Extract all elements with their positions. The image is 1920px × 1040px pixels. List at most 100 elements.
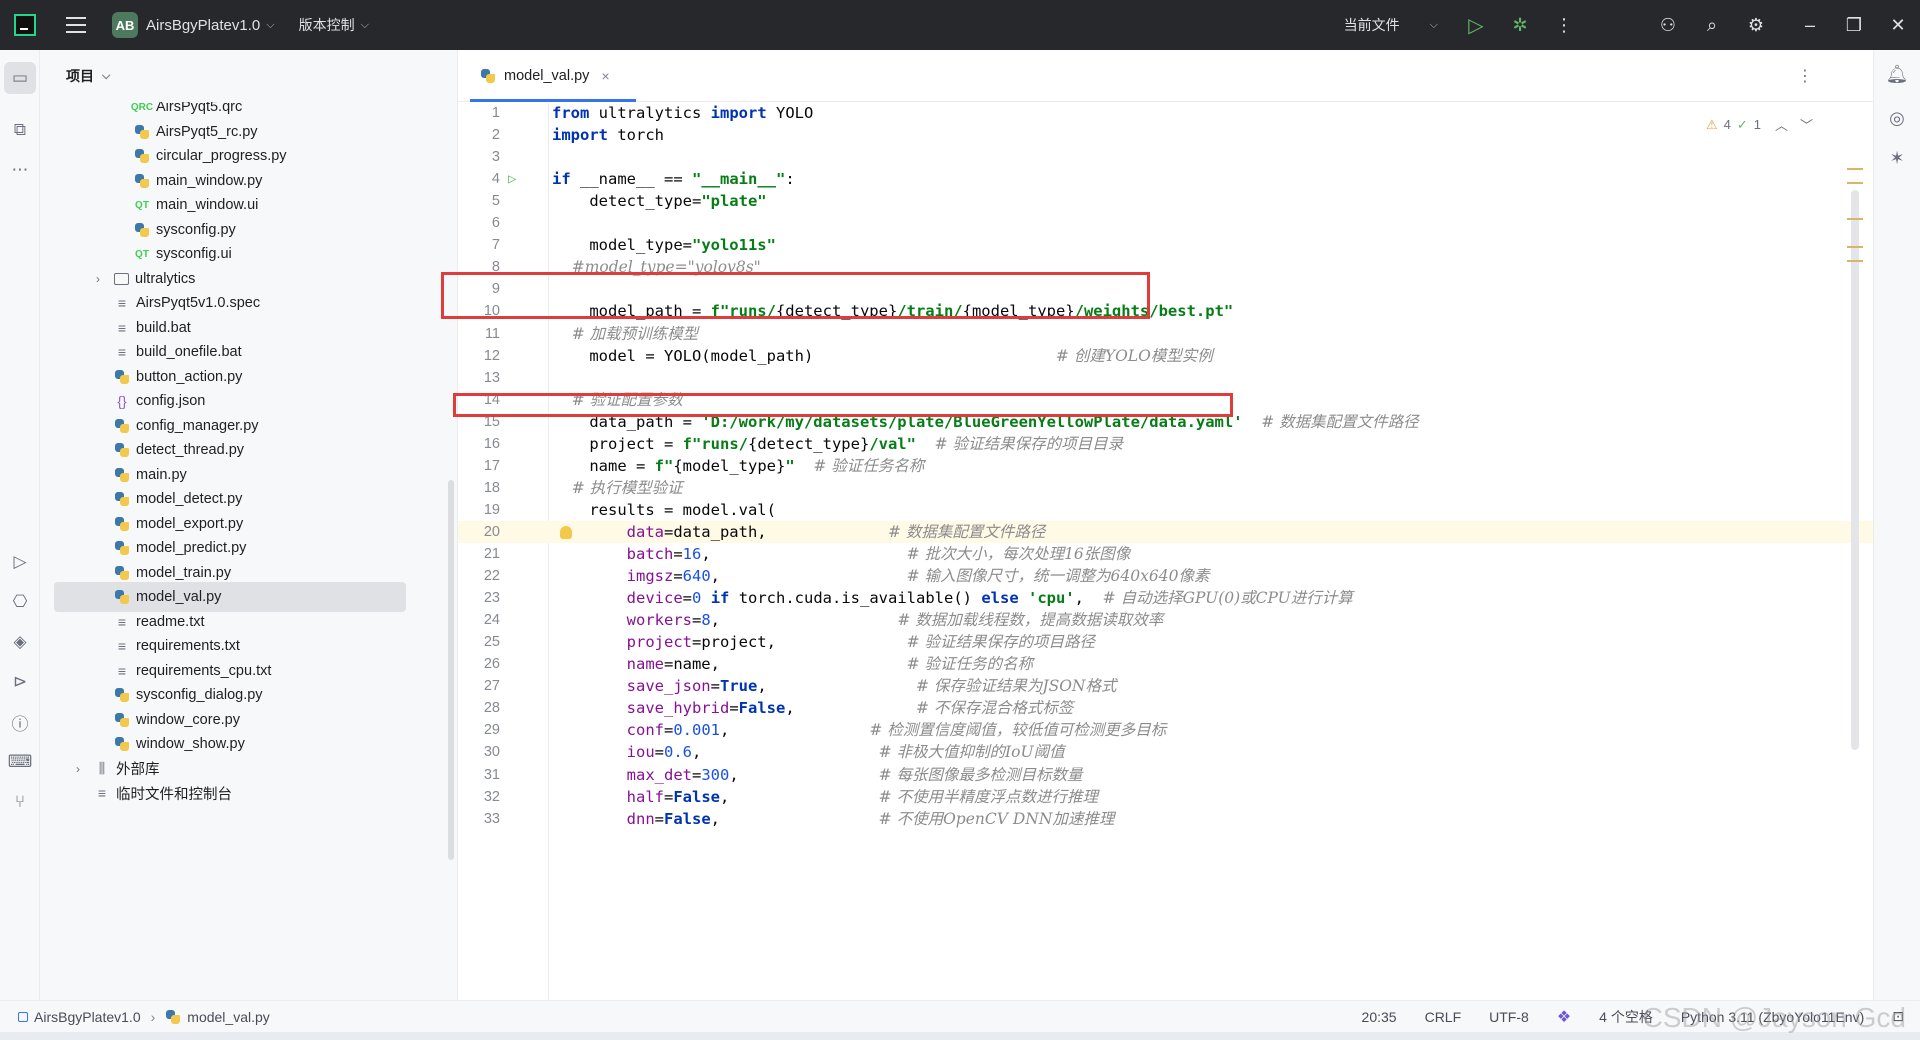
chevron-right-icon[interactable]: › xyxy=(96,272,100,286)
run-tool-icon[interactable]: ▷ xyxy=(4,546,36,578)
main-menu-icon[interactable] xyxy=(66,17,86,33)
tab-options-icon[interactable]: ⋮ xyxy=(1797,66,1813,86)
file-encoding[interactable]: UTF-8 xyxy=(1489,1009,1529,1025)
minimize-icon[interactable]: – xyxy=(1788,0,1832,50)
highlight-box-data-path xyxy=(453,393,1233,417)
vcs-menu[interactable]: 版本控制 xyxy=(299,15,355,35)
code-line[interactable]: 4 ▷ if __name__ == "__main__": xyxy=(458,168,1873,190)
code-text: name=name, # 验证任务的名称 xyxy=(552,653,1033,675)
python-file-icon xyxy=(480,68,496,84)
chevron-down-icon[interactable]: ⌵ xyxy=(102,70,110,83)
code-line[interactable]: 23 device=0 if torch.cuda.is_available()… xyxy=(458,587,1873,609)
code-line[interactable]: 17 name = f"{model_type}" # 验证任务名称 xyxy=(458,455,1873,477)
tab-model-val[interactable]: model_val.py × xyxy=(466,50,636,102)
tree-item-label: ultralytics xyxy=(135,270,196,287)
debug-icon[interactable]: ✲ xyxy=(1498,0,1542,50)
problems-icon[interactable]: ⓘ xyxy=(4,706,36,738)
close-tab-icon[interactable]: × xyxy=(601,68,609,84)
code-line[interactable]: 5 detect_type="plate" xyxy=(458,190,1873,212)
code-token: /val" xyxy=(869,434,916,453)
code-line[interactable]: 32 half=False, # 不使用半精度浮点数进行推理 xyxy=(458,786,1873,808)
terminal-icon[interactable]: ⌨ xyxy=(4,746,36,778)
code-line[interactable]: 20 data=data_path, # 数据集配置文件路径 xyxy=(458,520,1873,543)
code-line[interactable]: 28 save_hybrid=False, # 不保存混合格式标签 xyxy=(458,697,1873,719)
code-line[interactable]: 26 name=name, # 验证任务的名称 xyxy=(458,653,1873,675)
line-separator[interactable]: CRLF xyxy=(1425,1009,1462,1025)
code-token: conf xyxy=(626,721,664,740)
code-token: results = model.val( xyxy=(552,500,776,519)
panel-scrollbar[interactable] xyxy=(448,480,454,860)
git-icon[interactable]: ⑂ xyxy=(4,786,36,818)
project-name[interactable]: AirsBgyPlatev1.0 xyxy=(146,17,260,34)
ai-assistant-icon[interactable]: ◎ xyxy=(1881,102,1913,134)
code-token: name = xyxy=(552,456,655,475)
project-badge[interactable]: AB xyxy=(112,12,138,38)
notifications-icon[interactable]: 🔔︎ xyxy=(1881,58,1913,90)
code-line[interactable]: 22 imgsz=640, # 输入图像尺寸，统一调整为640x640像素 xyxy=(458,565,1873,587)
code-line[interactable]: 3 xyxy=(458,146,1873,168)
gear-icon[interactable]: ⚙ xyxy=(1734,0,1778,50)
python-console-icon[interactable]: ⎔ xyxy=(4,586,36,618)
editor-scrollbar[interactable] xyxy=(1851,190,1859,750)
tree-item-label: circular_progress.py xyxy=(156,148,287,164)
line-number: 29 xyxy=(483,722,500,739)
chevron-down-icon[interactable]: ⌵ xyxy=(1430,19,1438,32)
code-line[interactable]: 13 xyxy=(458,367,1873,389)
code-line[interactable]: 30 iou=0.6, # 非极大值抑制的IoU阈值 xyxy=(458,741,1873,763)
code-token: , xyxy=(701,545,907,563)
project-tool-icon[interactable]: ▭ xyxy=(4,62,36,94)
tree-item[interactable]: ≡ 临时文件和控制台 xyxy=(54,778,406,808)
code-token: "yolo11s" xyxy=(691,236,776,255)
code-line[interactable]: 31 max_det=300, # 每张图像最多检测目标数量 xyxy=(458,764,1873,786)
code-line[interactable]: 7 model_type="yolo11s" xyxy=(458,234,1873,256)
code-line[interactable]: 18 # 执行模型验证 xyxy=(458,477,1873,499)
code-token: # 批次大小，每次处理16张图像 xyxy=(906,545,1131,563)
code-line[interactable]: 16 project = f"runs/{detect_type}/val" #… xyxy=(458,433,1873,455)
layers-icon[interactable]: ◈ xyxy=(4,626,36,658)
code-token: , xyxy=(692,743,879,762)
more-actions-icon[interactable]: ⋮ xyxy=(1542,0,1586,50)
add-user-icon[interactable]: ⚇ xyxy=(1646,0,1690,50)
chevron-right-icon[interactable]: › xyxy=(76,762,80,776)
chevron-down-icon[interactable]: ⌵ xyxy=(266,19,274,32)
run-config-selector[interactable]: 当前文件 xyxy=(1344,15,1400,35)
gutter-run-icon[interactable]: ▷ xyxy=(508,168,516,190)
ai-status-icon[interactable]: ❖ xyxy=(1557,1007,1571,1027)
code-line[interactable]: 29 conf=0.001, # 检测置信度阈值，较低值可检测更多目标 xyxy=(458,719,1873,741)
close-icon[interactable]: ✕ xyxy=(1876,0,1920,50)
code-line[interactable]: 11 # 加载预训练模型 xyxy=(458,323,1873,345)
services-icon[interactable]: ⊳ xyxy=(4,666,36,698)
breadcrumb-file[interactable]: model_val.py xyxy=(187,1009,270,1025)
code-line[interactable]: 27 save_json=True, # 保存验证结果为JSON格式 xyxy=(458,675,1873,697)
breadcrumb-project[interactable]: AirsBgyPlatev1.0 xyxy=(34,1009,141,1025)
more-tools-icon[interactable]: ⋯ xyxy=(4,154,36,186)
text-icon: ≡ xyxy=(117,295,127,311)
cursor-position[interactable]: 20:35 xyxy=(1362,1009,1397,1025)
run-icon[interactable]: ▷ xyxy=(1454,0,1498,50)
code-line[interactable]: 21 batch=16, # 批次大小，每次处理16张图像 xyxy=(458,543,1873,565)
line-number: 1 xyxy=(491,105,500,121)
code-line[interactable]: 6 xyxy=(458,212,1873,234)
project-panel-header[interactable]: 项目 ⌵ xyxy=(40,50,457,102)
pycharm-logo-icon[interactable] xyxy=(14,14,36,36)
code-line[interactable]: 25 project=project, # 验证结果保存的项目路径 xyxy=(458,631,1873,653)
code-text: import torch xyxy=(552,124,664,146)
code-area[interactable]: ⚠ 4 ✓ 1 ︿ ﹀ 1 from ultralytics import YOL… xyxy=(458,103,1873,1000)
code-line[interactable]: 33 dnn=False, # 不使用OpenCV DNN加速推理 xyxy=(458,808,1873,830)
code-line[interactable]: 24 workers=8, # 数据加载线程数，提高数据读取效率 xyxy=(458,609,1873,631)
structure-tool-icon[interactable]: ⧉ xyxy=(4,114,36,146)
plugin-icon[interactable]: ✶ xyxy=(1881,142,1913,174)
restore-icon[interactable]: ❐ xyxy=(1832,0,1876,50)
code-line[interactable]: 2 import torch xyxy=(458,124,1873,146)
code-line[interactable]: 12 model = YOLO(model_path) # 创建YOLO模型实例 xyxy=(458,345,1873,367)
line-number: 33 xyxy=(483,810,500,827)
code-line[interactable]: 19 results = model.val( xyxy=(458,499,1873,521)
code-token: project = xyxy=(552,434,683,453)
code-line[interactable]: 1 from ultralytics import YOLO xyxy=(458,103,1873,124)
chevron-down-icon[interactable]: ⌵ xyxy=(361,19,369,32)
search-icon[interactable]: ⌕ xyxy=(1690,0,1734,50)
